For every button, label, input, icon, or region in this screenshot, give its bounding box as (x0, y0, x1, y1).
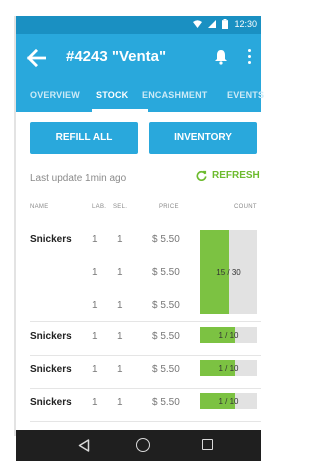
count-bar: 1 / 10 (200, 360, 257, 376)
count-text: 1 / 10 (218, 330, 239, 340)
refresh-icon (196, 170, 207, 181)
col-price: PRICE (159, 204, 179, 210)
nav-home-icon[interactable] (136, 438, 150, 452)
count-bar: 1 / 10 (200, 393, 257, 409)
more-vert-icon[interactable] (245, 49, 253, 67)
stock-content: REFILL ALL INVENTORY Last update 1min ag… (16, 112, 261, 430)
row-price: $ 5.50 (152, 397, 180, 408)
row-sel: 1 (117, 234, 123, 245)
page-title: #4243 "Venta" (66, 48, 167, 65)
row-price: $ 5.50 (152, 364, 180, 375)
system-nav-bar (16, 430, 261, 461)
row-price: $ 5.50 (152, 331, 180, 342)
count-text: 1 / 10 (218, 396, 239, 406)
row-name: Snickers (30, 397, 72, 408)
row-name: Snickers (30, 331, 72, 342)
row-sel: 1 (117, 267, 123, 278)
refill-all-button[interactable]: REFILL ALL (30, 122, 138, 154)
row-lab: 1 (92, 331, 98, 342)
col-name: NAME (30, 204, 49, 210)
row-price: $ 5.50 (152, 267, 180, 278)
tab-overview[interactable]: OVERVIEW (30, 90, 80, 100)
count-bar: 15 / 30 (200, 230, 257, 314)
col-sel: SEL. (113, 204, 128, 210)
row-sel: 1 (117, 364, 123, 375)
row-name: Snickers (30, 364, 72, 375)
status-bar: 12:30 (16, 16, 261, 34)
status-icons: 12:30 (193, 19, 257, 29)
count-text: 15 / 30 (216, 267, 241, 277)
count-text: 1 / 10 (218, 363, 239, 373)
tab-encashment[interactable]: ENCASHMENT (142, 90, 208, 100)
wifi-icon (193, 20, 203, 28)
row-lab: 1 (92, 234, 98, 245)
tab-bar: OVERVIEW STOCK ENCASHMENT EVENTS (16, 82, 264, 112)
tab-stock[interactable]: STOCK (96, 90, 128, 100)
row-divider (30, 355, 261, 356)
inventory-button[interactable]: INVENTORY (149, 122, 257, 154)
row-divider (30, 388, 261, 389)
phone-frame: 12:30 #4243 "Venta" OVERVIEW STOCK ENCAS… (0, 0, 264, 461)
refresh-label: REFRESH (212, 170, 260, 181)
refresh-button[interactable]: REFRESH (196, 170, 260, 181)
signal-icon (208, 20, 217, 28)
row-divider (30, 321, 261, 322)
row-lab: 1 (92, 364, 98, 375)
last-update-text: Last update 1min ago (30, 173, 127, 184)
count-bar: 1 / 10 (200, 327, 257, 343)
col-count: COUNT (234, 204, 257, 210)
nav-recent-icon[interactable] (202, 439, 213, 450)
row-lab: 1 (92, 300, 98, 311)
row-sel: 1 (117, 300, 123, 311)
app-bar: #4243 "Venta" (16, 34, 261, 82)
nav-back-icon[interactable] (78, 439, 90, 452)
row-sel: 1 (117, 331, 123, 342)
tab-events[interactable]: EVENTS (227, 90, 264, 100)
col-lab: LAB. (92, 204, 107, 210)
bell-icon[interactable] (214, 49, 228, 65)
row-lab: 1 (92, 267, 98, 278)
battery-icon (222, 19, 229, 29)
status-time: 12:30 (234, 19, 257, 29)
back-arrow-icon[interactable] (26, 48, 46, 68)
row-lab: 1 (92, 397, 98, 408)
row-sel: 1 (117, 397, 123, 408)
row-name: Snickers (30, 234, 72, 245)
row-divider (30, 421, 261, 422)
row-price: $ 5.50 (152, 234, 180, 245)
row-price: $ 5.50 (152, 300, 180, 311)
